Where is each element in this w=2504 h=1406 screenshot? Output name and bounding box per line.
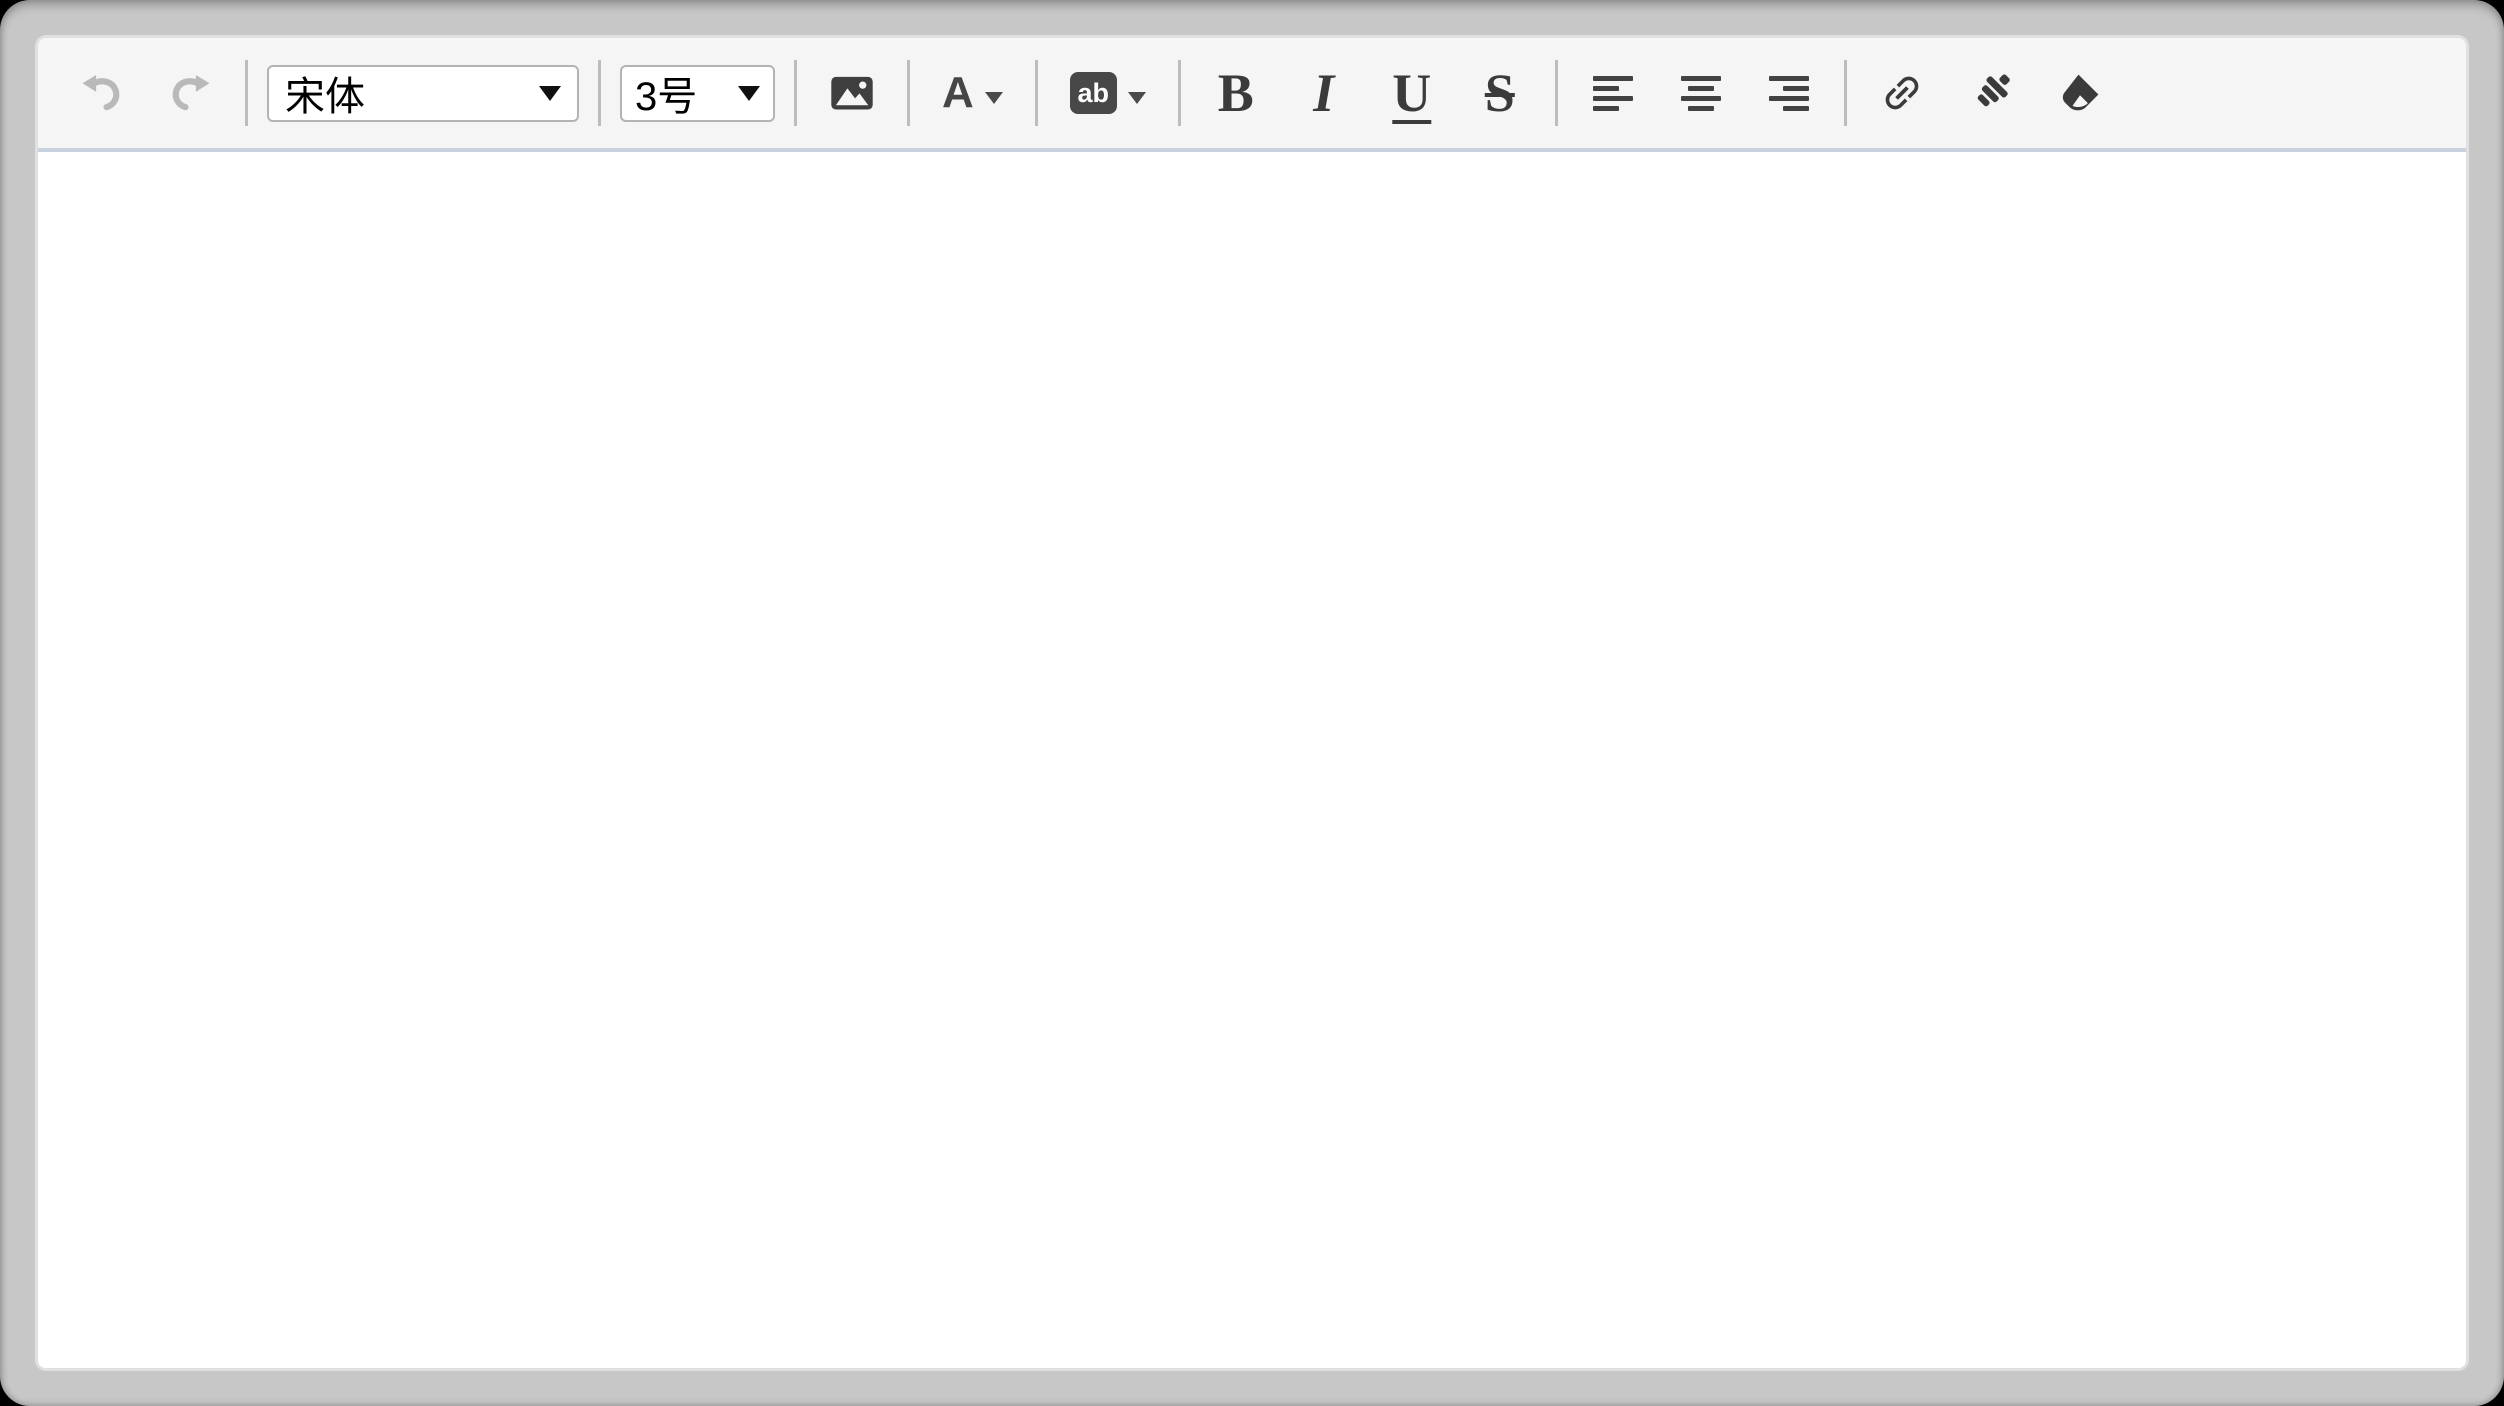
toolbar-separator xyxy=(794,60,797,126)
brush-icon xyxy=(1967,69,2015,117)
editor-toolbar: 宋体 3号 xyxy=(38,38,2466,152)
insert-image-button[interactable] xyxy=(829,51,875,135)
undo-icon xyxy=(80,71,124,115)
toolbar-separator xyxy=(907,60,910,126)
font-size-value: 3号 xyxy=(635,64,697,122)
underline-label: U xyxy=(1392,66,1431,120)
caret-down-icon xyxy=(539,86,561,101)
image-icon xyxy=(829,70,875,116)
font-color-button[interactable]: A xyxy=(942,51,1003,135)
redo-button[interactable] xyxy=(167,51,213,135)
strikethrough-button[interactable]: S xyxy=(1477,51,1523,135)
screenshot-stage: 宋体 3号 xyxy=(0,0,2504,1406)
insert-link-button[interactable] xyxy=(1879,51,1925,135)
align-center-button[interactable] xyxy=(1678,51,1724,135)
editor-content-area[interactable] xyxy=(38,152,2466,1368)
editor-window-frame: 宋体 3号 xyxy=(0,0,2504,1406)
font-family-select[interactable]: 宋体 xyxy=(267,65,579,122)
toolbar-separator xyxy=(598,60,601,126)
toolbar-separator xyxy=(1555,60,1558,126)
align-center-icon xyxy=(1681,76,1721,111)
link-icon xyxy=(1879,70,1925,116)
font-size-select[interactable]: 3号 xyxy=(620,65,775,122)
italic-button[interactable]: I xyxy=(1301,51,1347,135)
caret-down-icon xyxy=(1128,92,1146,104)
font-color-label: A xyxy=(942,71,974,115)
toolbar-separator xyxy=(245,60,248,126)
highlight-color-button[interactable]: ab xyxy=(1070,51,1146,135)
align-right-icon xyxy=(1769,76,1809,111)
toolbar-separator xyxy=(1844,60,1847,126)
eraser-icon xyxy=(2057,70,2103,116)
highlight-badge: ab xyxy=(1070,72,1117,114)
align-left-icon xyxy=(1593,76,1633,111)
caret-down-icon xyxy=(738,86,760,101)
rich-text-editor: 宋体 3号 xyxy=(38,38,2466,1368)
format-brush-button[interactable] xyxy=(1967,51,2015,135)
underline-button[interactable]: U xyxy=(1389,51,1435,135)
toolbar-separator xyxy=(1178,60,1181,126)
italic-label: I xyxy=(1313,66,1334,120)
font-family-value: 宋体 xyxy=(285,64,365,122)
clear-format-button[interactable] xyxy=(2057,51,2103,135)
align-right-button[interactable] xyxy=(1766,51,1812,135)
bold-label: B xyxy=(1218,66,1254,120)
bold-button[interactable]: B xyxy=(1213,51,1259,135)
align-left-button[interactable] xyxy=(1590,51,1636,135)
redo-icon xyxy=(168,71,212,115)
strikethrough-label: S xyxy=(1485,66,1515,120)
caret-down-icon xyxy=(985,92,1003,104)
toolbar-separator xyxy=(1035,60,1038,126)
undo-button[interactable] xyxy=(79,51,125,135)
